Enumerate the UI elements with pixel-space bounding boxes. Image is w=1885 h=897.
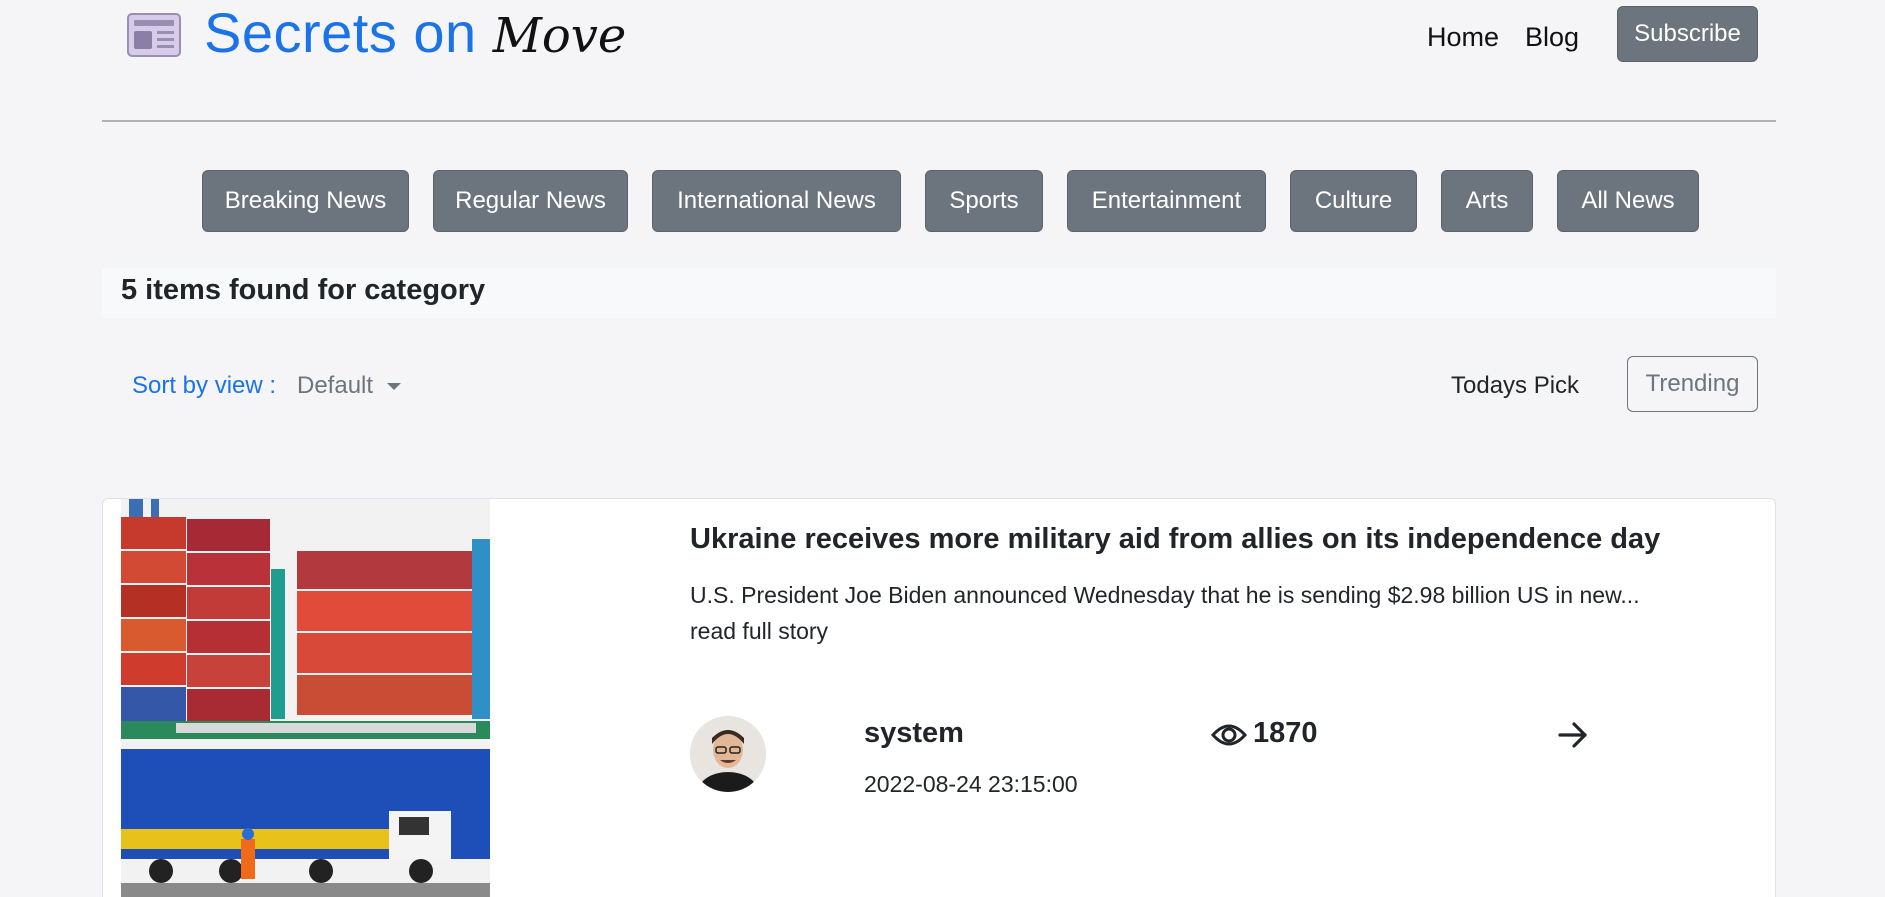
- category-bar: Breaking News Regular News International…: [0, 170, 1885, 232]
- category-arts-button[interactable]: Arts: [1441, 170, 1533, 232]
- site-logo[interactable]: Secrets on Move: [204, 0, 626, 66]
- author-avatar: [690, 716, 766, 792]
- sort-label: Sort by view :: [132, 372, 277, 399]
- result-banner: 5 items found for category: [102, 268, 1776, 318]
- logo-main-text: Secrets on: [204, 1, 477, 64]
- result-count-text: 5 items found for category: [121, 274, 486, 306]
- nav-blog-link[interactable]: Blog: [1525, 22, 1579, 53]
- article-excerpt: U.S. President Joe Biden announced Wedne…: [690, 582, 1640, 644]
- todays-pick-link[interactable]: Todays Pick: [1451, 372, 1579, 400]
- subscribe-button[interactable]: Subscribe: [1617, 6, 1758, 62]
- article-title[interactable]: Ukraine receives more military aid from …: [690, 523, 1660, 556]
- article-author: system: [864, 717, 964, 749]
- chevron-down-icon[interactable]: [387, 383, 401, 390]
- nav-home-link[interactable]: Home: [1427, 22, 1499, 53]
- article-date: 2022-08-24 23:15:00: [864, 771, 1078, 797]
- category-all-news-button[interactable]: All News: [1557, 170, 1699, 232]
- category-international-news-button[interactable]: International News: [652, 170, 901, 232]
- article-image[interactable]: [121, 499, 490, 897]
- arrow-right-icon[interactable]: [1557, 720, 1589, 750]
- category-entertainment-button[interactable]: Entertainment: [1067, 170, 1266, 232]
- article-view-count: 1870: [1253, 717, 1318, 749]
- trending-button[interactable]: Trending: [1627, 356, 1758, 412]
- category-sports-button[interactable]: Sports: [925, 170, 1043, 232]
- article-card[interactable]: Ukraine receives more military aid from …: [102, 498, 1776, 897]
- category-culture-button[interactable]: Culture: [1290, 170, 1417, 232]
- category-regular-news-button[interactable]: Regular News: [433, 170, 628, 232]
- sort-dropdown[interactable]: Default: [297, 372, 373, 400]
- header-divider: [102, 120, 1776, 122]
- eye-icon: [1210, 720, 1248, 750]
- category-breaking-news-button[interactable]: Breaking News: [202, 170, 409, 232]
- newspaper-icon: [126, 10, 184, 60]
- logo-script-text: Move: [492, 8, 627, 64]
